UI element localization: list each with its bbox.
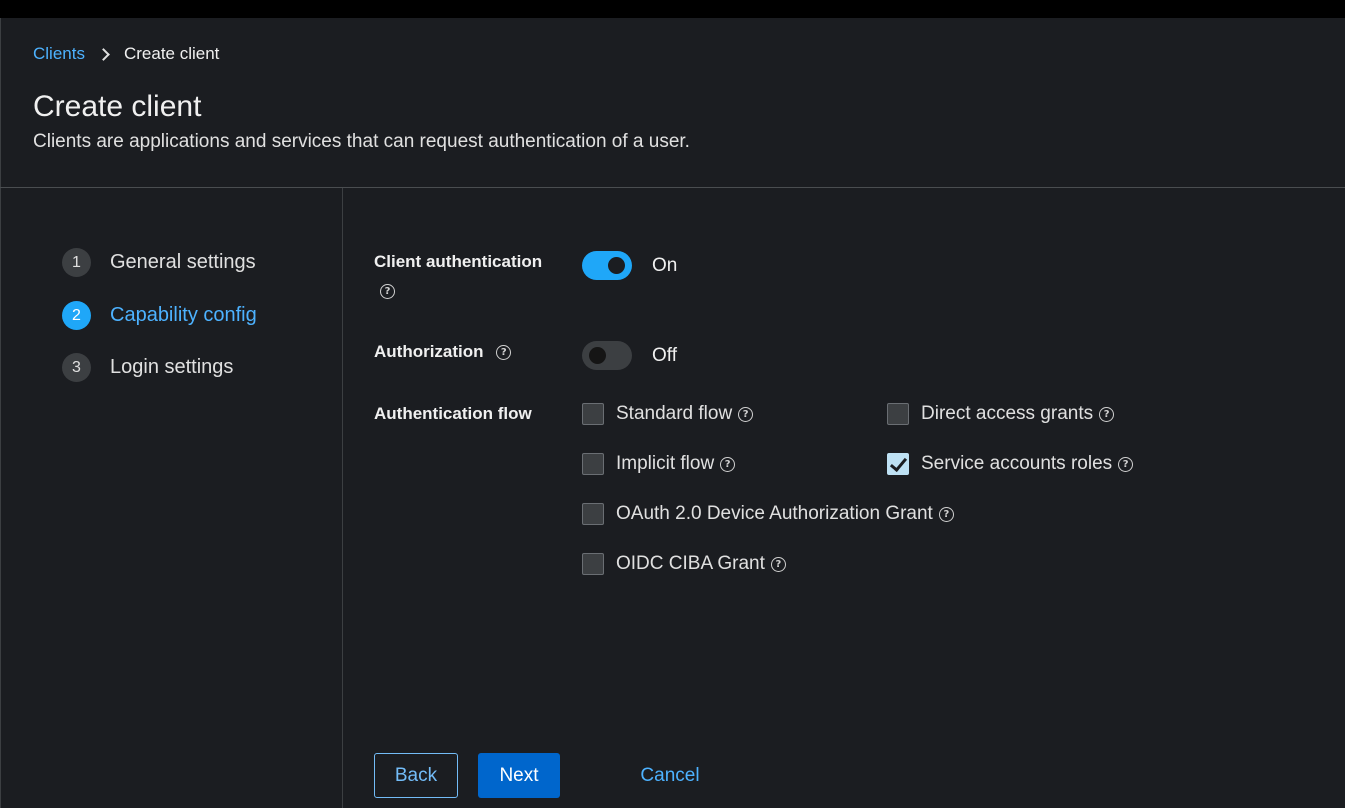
help-icon[interactable]: ?: [1118, 456, 1134, 472]
oidc-ciba-grant-label: OIDC CIBA Grant: [616, 553, 765, 574]
client-authentication-state: On: [652, 255, 678, 276]
page-title: Create client: [33, 90, 202, 123]
toggle-knob: [608, 257, 625, 274]
implicit-flow-checkbox-row[interactable]: Implicit flow ?: [582, 453, 736, 475]
client-authentication-label-text: Client authentication: [374, 252, 543, 271]
help-icon[interactable]: ?: [720, 456, 736, 472]
oauth-device-grant-checkbox-row[interactable]: OAuth 2.0 Device Authorization Grant ?: [582, 503, 954, 525]
oidc-ciba-grant-checkbox-row[interactable]: OIDC CIBA Grant ?: [582, 553, 786, 575]
client-authentication-label: Client authentication: [374, 252, 542, 272]
standard-flow-label: Standard flow: [616, 403, 733, 424]
step-number: 2: [62, 301, 91, 330]
authorization-label-text: Authorization: [374, 342, 484, 361]
wizard-step-capability-config[interactable]: 2 Capability config: [62, 301, 257, 330]
back-button[interactable]: Back: [374, 753, 458, 798]
step-number: 1: [62, 248, 91, 277]
oauth-device-grant-label: OAuth 2.0 Device Authorization Grant: [616, 503, 933, 524]
page-description: Clients are applications and services th…: [33, 131, 690, 152]
help-icon[interactable]: ?: [938, 506, 954, 522]
standard-flow-checkbox-row[interactable]: Standard flow ?: [582, 403, 754, 425]
authorization-label: Authorization ?: [374, 342, 512, 362]
help-icon[interactable]: ?: [770, 556, 786, 572]
cancel-button[interactable]: Cancel: [620, 753, 720, 798]
wizard-step-general-settings[interactable]: 1 General settings: [62, 248, 256, 277]
standard-flow-checkbox[interactable]: [582, 403, 604, 425]
help-icon[interactable]: ?: [496, 345, 512, 361]
service-accounts-roles-checkbox-row[interactable]: Service accounts roles ?: [887, 453, 1134, 475]
implicit-flow-checkbox[interactable]: [582, 453, 604, 475]
page-header: Clients Create client Create client Clie…: [0, 18, 1345, 187]
step-label: General settings: [110, 251, 256, 273]
breadcrumb-current: Create client: [123, 44, 220, 63]
service-accounts-roles-label: Service accounts roles: [921, 453, 1113, 474]
oauth-device-grant-checkbox[interactable]: [582, 503, 604, 525]
step-number: 3: [62, 353, 91, 382]
chevron-right-icon: [97, 47, 110, 61]
authorization-toggle[interactable]: [582, 341, 632, 370]
wizard-step-login-settings[interactable]: 3 Login settings: [62, 353, 233, 382]
oidc-ciba-grant-checkbox[interactable]: [582, 553, 604, 575]
step-label: Login settings: [110, 356, 234, 378]
authorization-state: Off: [652, 345, 677, 366]
direct-access-grants-checkbox[interactable]: [887, 403, 909, 425]
service-accounts-roles-checkbox[interactable]: [887, 453, 909, 475]
implicit-flow-label: Implicit flow: [616, 453, 715, 474]
client-authentication-toggle[interactable]: [582, 251, 632, 280]
authentication-flow-label: Authentication flow: [374, 404, 532, 423]
help-icon[interactable]: ?: [738, 406, 754, 422]
direct-access-grants-checkbox-row[interactable]: Direct access grants ?: [887, 403, 1115, 425]
breadcrumb: Clients Create client: [33, 44, 219, 64]
help-icon[interactable]: ?: [380, 284, 395, 299]
help-icon[interactable]: ?: [1099, 406, 1115, 422]
breadcrumb-clients-link[interactable]: Clients: [33, 44, 85, 64]
direct-access-grants-label: Direct access grants: [921, 403, 1094, 424]
step-label: Capability config: [110, 304, 257, 326]
next-button[interactable]: Next: [478, 753, 560, 798]
wizard-nav: 1 General settings 2 Capability config 3…: [0, 188, 343, 808]
top-bar: [0, 0, 1345, 18]
toggle-knob: [589, 347, 606, 364]
